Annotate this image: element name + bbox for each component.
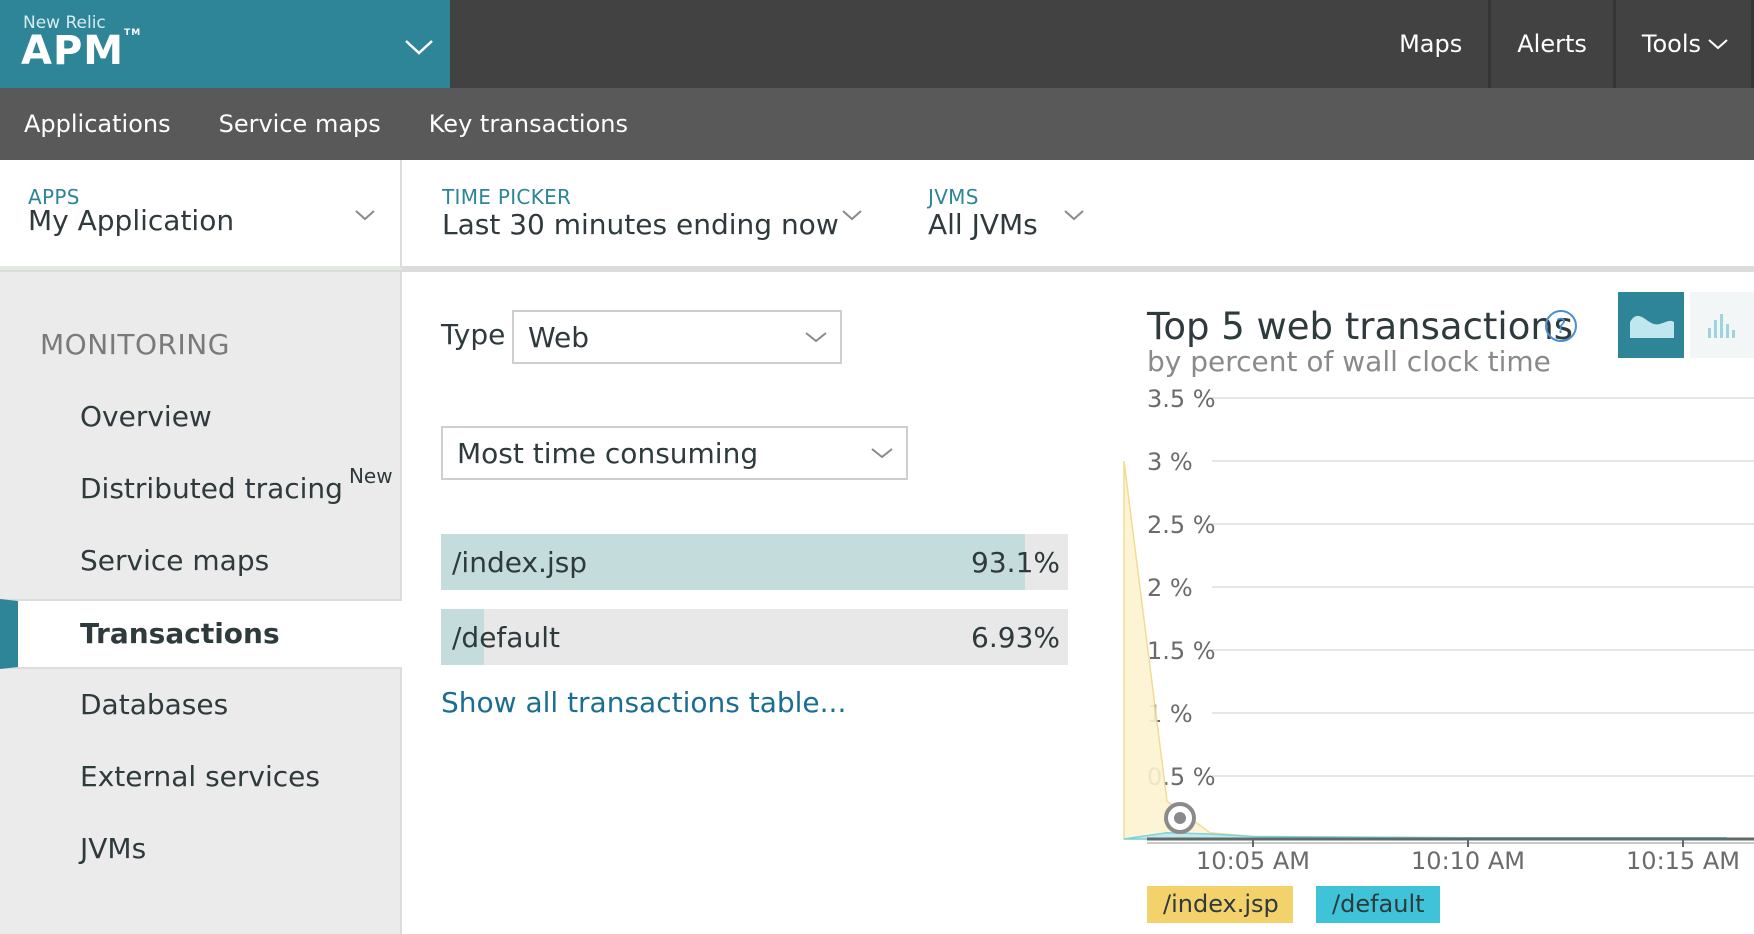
type-select-value: Web xyxy=(528,320,590,354)
subnav-applications[interactable]: Applications xyxy=(24,110,171,138)
jvms-value: All JVMs xyxy=(928,208,1038,241)
transaction-percent: 6.93% xyxy=(971,621,1060,654)
x-tick-label: 10:10 AM xyxy=(1411,847,1525,875)
svg-text:?: ? xyxy=(1556,314,1567,338)
transaction-row[interactable]: /default 6.93% xyxy=(441,609,1068,665)
legend-item-index-jsp[interactable]: /index.jsp xyxy=(1147,886,1293,923)
bar-chart-icon xyxy=(1708,314,1735,338)
transaction-row[interactable]: /index.jsp 93.1% xyxy=(441,534,1068,590)
tools-menu[interactable]: Tools xyxy=(1612,0,1754,88)
sidebar-item-label: Transactions xyxy=(80,617,280,650)
help-icon[interactable]: ? xyxy=(1544,309,1578,343)
subnav-key-transactions[interactable]: Key transactions xyxy=(429,110,628,138)
area-chart-icon xyxy=(1630,315,1674,338)
transaction-percent: 93.1% xyxy=(971,546,1060,579)
chevron-down-icon xyxy=(1064,210,1084,221)
chart-title: Top 5 web transactions xyxy=(1147,305,1574,348)
transaction-name: /default xyxy=(452,621,560,654)
filter-bar: APPS My Application TIME PICKER Last 30 … xyxy=(0,160,1754,272)
chevron-down-icon xyxy=(871,448,893,459)
sidebar-item-service-maps[interactable]: Service maps xyxy=(80,544,269,577)
area-chart-toggle[interactable] xyxy=(1618,292,1684,358)
tools-label: Tools xyxy=(1641,30,1701,58)
apps-value: My Application xyxy=(28,204,235,237)
subnav-service-maps[interactable]: Service maps xyxy=(219,110,381,138)
sidebar: MONITORING Overview Distributed tracing N… xyxy=(0,272,402,934)
new-badge: New xyxy=(348,464,393,488)
chevron-down-icon xyxy=(355,210,375,221)
sidebar-item-databases[interactable]: Databases xyxy=(80,688,228,721)
hover-marker-dot xyxy=(1174,812,1186,824)
product-name: APMTM xyxy=(21,28,142,74)
show-all-transactions-link[interactable]: Show all transactions table... xyxy=(441,686,846,719)
y-tick-label: 3.5 % xyxy=(1147,385,1216,413)
sidebar-item-overview[interactable]: Overview xyxy=(80,400,212,433)
x-tick-label: 10:15 AM xyxy=(1626,847,1740,875)
y-tick-label: 2.5 % xyxy=(1147,511,1216,539)
sidebar-item-distributed-tracing[interactable]: Distributed tracing New xyxy=(80,464,393,505)
x-tick-label: 10:05 AM xyxy=(1196,847,1310,875)
chevron-down-icon[interactable] xyxy=(404,38,434,56)
top-nav: Maps Alerts Tools xyxy=(1373,0,1754,88)
chevron-down-icon xyxy=(1708,39,1728,50)
chart-subtitle: by percent of wall clock time xyxy=(1147,345,1551,378)
hover-marker xyxy=(1164,802,1196,834)
transaction-name: /index.jsp xyxy=(452,546,588,579)
legend-item-default[interactable]: /default xyxy=(1316,886,1440,923)
maps-link[interactable]: Maps xyxy=(1373,0,1488,88)
sidebar-item-transactions[interactable]: Transactions xyxy=(0,599,402,669)
histogram-toggle[interactable] xyxy=(1690,292,1754,358)
y-tick-label: 1 % xyxy=(1147,700,1193,728)
y-tick-label: 3 % xyxy=(1147,448,1193,476)
time-picker-value: Last 30 minutes ending now xyxy=(442,208,839,241)
jvms-label: JVMS xyxy=(928,185,979,209)
apps-picker[interactable]: APPS My Application xyxy=(0,160,402,270)
chevron-down-icon xyxy=(805,332,827,343)
product-switcher[interactable]: New Relic APMTM xyxy=(0,0,450,88)
series-area-0 xyxy=(1123,460,1727,840)
top-bar: New Relic APMTM Maps Alerts Tools xyxy=(0,0,1754,88)
sort-select-value: Most time consuming xyxy=(457,436,759,470)
time-picker-label: TIME PICKER xyxy=(442,185,572,209)
sub-nav: Applications Service maps Key transactio… xyxy=(0,88,1754,160)
sidebar-item-label: Distributed tracing xyxy=(80,472,343,505)
sidebar-item-external-services[interactable]: External services xyxy=(80,760,320,793)
chevron-down-icon xyxy=(842,210,862,221)
sort-select[interactable]: Most time consuming xyxy=(441,426,908,480)
type-label: Type xyxy=(441,318,506,351)
y-tick-label: 1.5 % xyxy=(1147,637,1216,665)
alerts-link[interactable]: Alerts xyxy=(1488,0,1613,88)
sidebar-item-jvms[interactable]: JVMs xyxy=(80,832,146,865)
y-tick-label: 2 % xyxy=(1147,574,1193,602)
y-tick-label: 0.5 % xyxy=(1147,763,1216,791)
sidebar-section-monitoring: MONITORING xyxy=(40,328,230,361)
series-area-1 xyxy=(1123,831,1727,840)
type-select[interactable]: Web xyxy=(512,310,842,364)
